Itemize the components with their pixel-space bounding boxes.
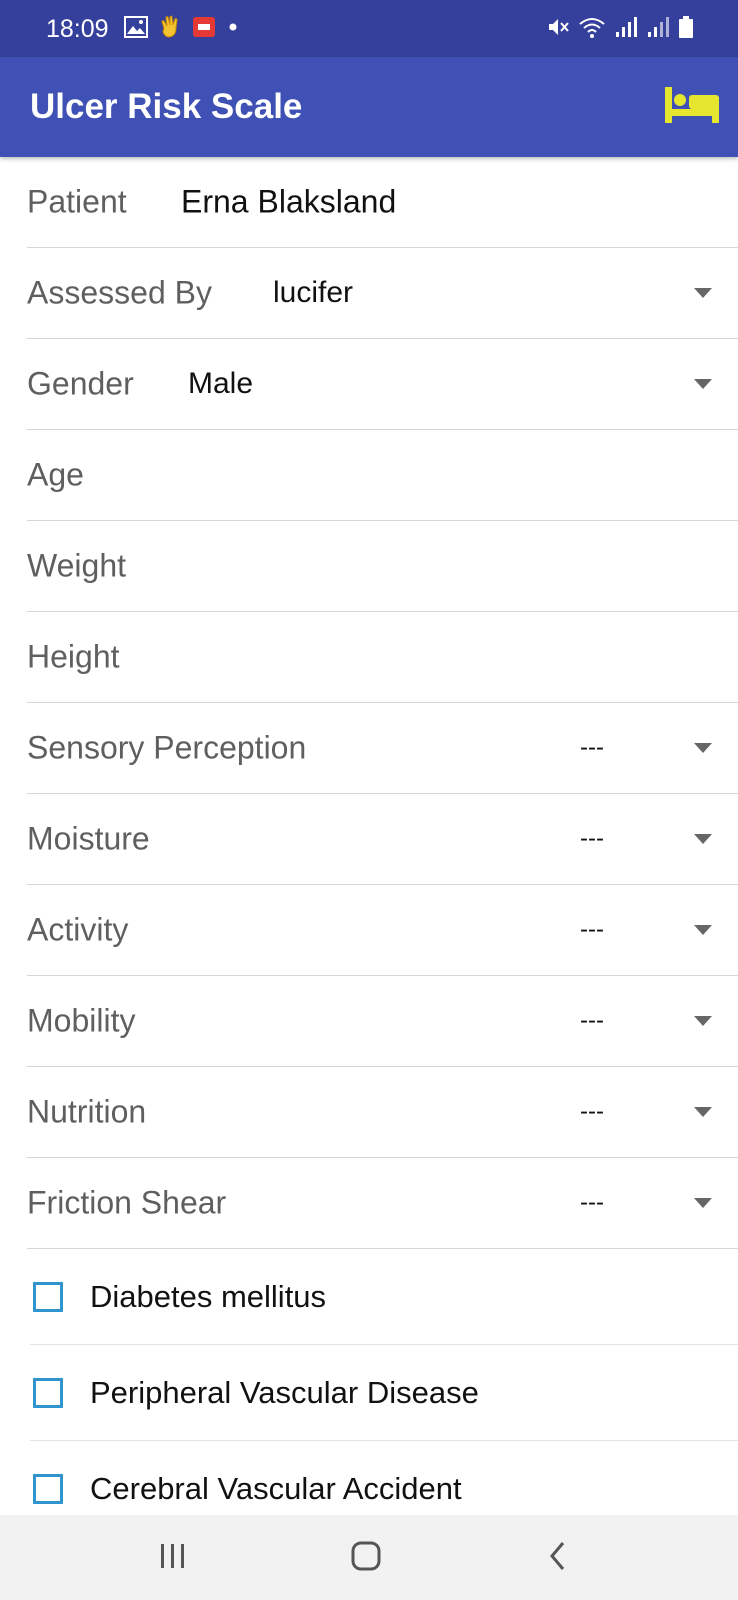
app-bar: Ulcer Risk Scale [0,57,738,157]
gender-label: Gender [27,365,134,402]
assessed-by-label: Assessed By [27,274,212,311]
weight-field[interactable]: Weight [27,521,738,612]
status-bar: 18:09 [0,0,738,57]
height-label: Height [27,638,120,675]
nutrition-row[interactable]: Nutrition --- [27,1067,738,1158]
nutrition-label: Nutrition [27,1093,147,1130]
back-button[interactable] [528,1533,588,1583]
weight-label: Weight [27,547,127,584]
friction-shear-dropdown[interactable]: --- [580,1189,604,1217]
page-title: Ulcer Risk Scale [30,87,303,126]
activity-dropdown[interactable]: --- [580,916,604,944]
chevron-down-icon[interactable] [694,1198,712,1208]
recent-apps-button[interactable] [143,1533,203,1583]
wifi-icon [578,15,606,44]
signal-icon [614,15,638,44]
cva-label[interactable]: Cerebral Vascular Accident [90,1471,462,1507]
activity-row[interactable]: Activity --- [27,885,738,976]
moisture-row[interactable]: Moisture --- [27,794,738,885]
chevron-down-icon[interactable] [694,925,712,935]
bed-button[interactable] [662,81,722,133]
pvd-checkbox[interactable] [33,1377,63,1408]
home-icon [350,1540,382,1577]
patient-label: Patient [27,183,127,220]
chevron-down-icon[interactable] [694,834,712,844]
dot-icon [226,20,240,39]
friction-shear-row[interactable]: Friction Shear --- [27,1158,738,1249]
mobility-label: Mobility [27,1002,136,1039]
recent-apps-icon [158,1542,188,1575]
assessed-by-row[interactable]: Assessed By lucifer [27,248,738,339]
nutrition-dropdown[interactable]: --- [580,1098,604,1126]
height-field[interactable]: Height [27,612,738,703]
gender-row[interactable]: Gender Male [27,339,738,430]
diabetes-checkbox-row[interactable]: Diabetes mellitus [30,1249,738,1345]
chevron-down-icon[interactable] [694,288,712,298]
cva-checkbox[interactable] [33,1474,63,1504]
home-button[interactable] [336,1533,396,1583]
status-time: 18:09 [46,15,109,43]
waving-hand-icon [158,14,182,45]
app-notification-icon [192,16,216,43]
moisture-dropdown[interactable]: --- [580,825,604,853]
moisture-label: Moisture [27,820,150,857]
mobility-row[interactable]: Mobility --- [27,976,738,1067]
assessment-form: Patient Erna Blaksland Assessed By lucif… [0,157,738,1515]
image-icon [124,15,148,43]
chevron-down-icon[interactable] [694,379,712,389]
back-icon [546,1540,570,1577]
patient-name: Erna Blaksland [181,183,397,220]
friction-shear-label: Friction Shear [27,1184,227,1221]
sensory-perception-label: Sensory Perception [27,729,307,766]
gender-dropdown[interactable]: Male [188,367,253,401]
status-notification-icons [124,14,240,44]
chevron-down-icon[interactable] [694,1016,712,1026]
diabetes-label[interactable]: Diabetes mellitus [90,1279,326,1315]
pvd-checkbox-row[interactable]: Peripheral Vascular Disease [30,1345,738,1441]
assessed-by-dropdown[interactable]: lucifer [273,276,353,310]
chevron-down-icon[interactable] [694,743,712,753]
age-field[interactable]: Age [27,430,738,521]
diabetes-checkbox[interactable] [33,1281,63,1312]
signal-icon [646,15,670,44]
mobility-dropdown[interactable]: --- [580,1007,604,1035]
sensory-perception-row[interactable]: Sensory Perception --- [27,703,738,794]
mute-icon [546,15,570,44]
system-nav-bar [0,1515,738,1600]
pvd-label[interactable]: Peripheral Vascular Disease [90,1375,479,1411]
cva-checkbox-row[interactable]: Cerebral Vascular Accident [30,1441,738,1515]
sensory-perception-dropdown[interactable]: --- [580,734,604,762]
bed-icon [665,86,719,128]
status-system-icons [546,14,694,44]
patient-row: Patient Erna Blaksland [27,157,738,248]
activity-label: Activity [27,911,129,948]
chevron-down-icon[interactable] [694,1107,712,1117]
battery-icon [678,15,694,44]
age-label: Age [27,456,84,493]
